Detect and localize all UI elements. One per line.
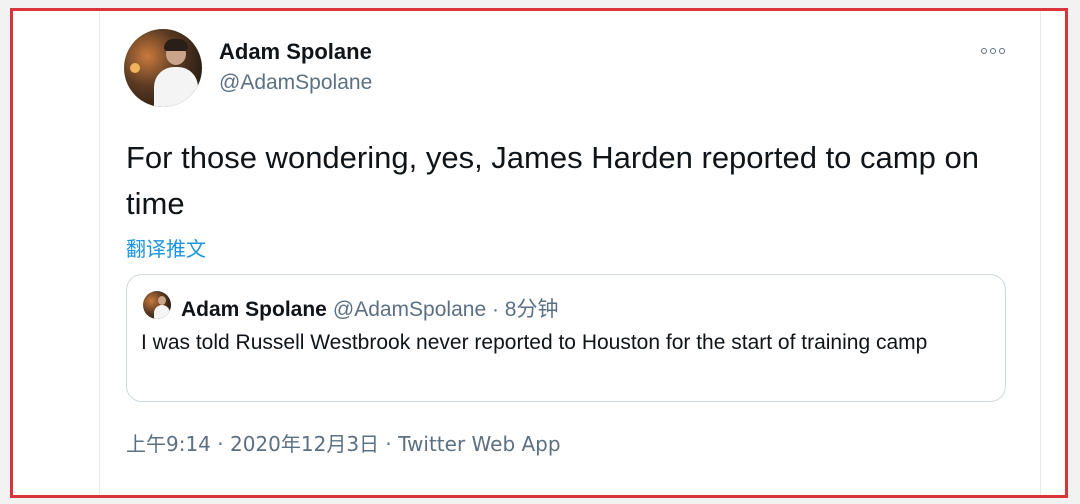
more-dot [981,48,987,54]
quoted-tweet[interactable]: Adam Spolane @AdamSpolane · 8分钟 I was tol… [126,274,1006,402]
avatar-shirt [154,67,198,107]
author-handle[interactable]: @AdamSpolane [219,71,372,95]
tweet-text: For those wondering, yes, James Harden r… [126,140,979,221]
more-options-icon[interactable] [978,39,1008,63]
quoted-author-name: Adam Spolane [181,298,327,321]
quoted-tweet-text: I was told Russell Westbrook never repor… [141,331,928,354]
tweet-card: Adam Spolane @AdamSpolane For those wond… [99,11,1041,495]
author-name[interactable]: Adam Spolane [219,39,372,65]
tweet-source-link[interactable]: Twitter Web App [398,432,560,456]
tweet-timestamp[interactable]: 上午9:14 · 2020年12月3日 · [126,432,398,456]
avatar-hair [164,39,188,51]
quoted-tweet-meta: @AdamSpolane · 8分钟 [332,298,559,321]
quoted-tweet-header: Adam Spolane @AdamSpolane · 8分钟 [181,293,558,323]
tweet-footer: 上午9:14 · 2020年12月3日 · Twitter Web App [126,428,561,457]
more-dot [999,48,1005,54]
avatar-background-light [130,63,140,73]
highlight-frame: Adam Spolane @AdamSpolane For those wond… [10,8,1068,498]
author-avatar[interactable] [124,29,202,107]
quoted-author-avatar [143,291,171,319]
quoted-avatar-shirt [154,305,170,319]
quoted-avatar-head [158,296,166,305]
more-dot [990,48,996,54]
translate-tweet-link[interactable]: 翻译推文 [126,233,206,262]
